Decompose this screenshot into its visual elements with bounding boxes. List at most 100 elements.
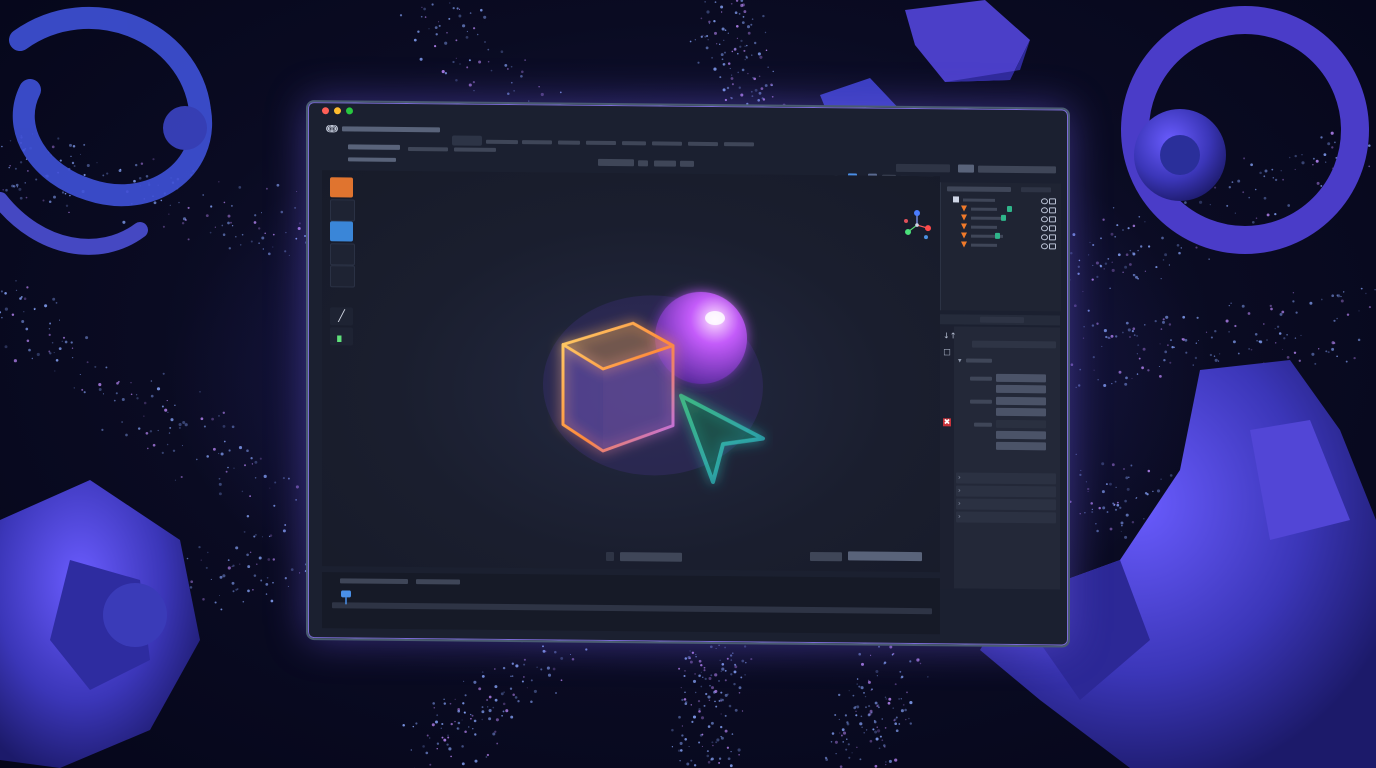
property-field[interactable]: [996, 373, 1046, 383]
zoom-button[interactable]: [346, 107, 353, 115]
cone-icon: [961, 241, 967, 248]
collapsed-section[interactable]: ›: [956, 472, 1056, 485]
object-tab-icon[interactable]: □: [943, 347, 951, 356]
modifier-icon[interactable]: [1007, 205, 1012, 212]
visibility-eye-icon[interactable]: [1041, 234, 1048, 241]
menu-item[interactable]: [408, 147, 448, 152]
floating-polyhedron-bottom-left: [0, 480, 200, 768]
toolbar-item[interactable]: [688, 141, 718, 147]
outliner-row-label: [971, 243, 997, 247]
toolbar-item[interactable]: [622, 141, 646, 146]
hero-illustration: [543, 291, 765, 485]
collapsed-section[interactable]: ›: [956, 485, 1056, 498]
header-button[interactable]: [598, 158, 634, 167]
visibility-eye-icon[interactable]: [1041, 243, 1048, 250]
toolbar-item[interactable]: [558, 140, 580, 145]
visibility-eye-icon[interactable]: [1041, 225, 1048, 232]
header-button[interactable]: [654, 160, 676, 167]
pen-tool-icon[interactable]: ╱: [330, 307, 353, 326]
property-field[interactable]: [996, 430, 1046, 440]
outliner-row-label: [971, 216, 1003, 220]
cone-icon: [961, 223, 967, 230]
property-field[interactable]: [996, 407, 1046, 417]
header-button[interactable]: [958, 164, 974, 173]
cube-shape: [561, 321, 675, 453]
outliner-row[interactable]: [947, 241, 1057, 250]
app-logo-icon: ↈ: [326, 122, 339, 136]
outliner-row[interactable]: [947, 196, 1057, 205]
outliner-row-label: [971, 225, 997, 229]
toolbar-button[interactable]: [452, 135, 482, 146]
close-button[interactable]: [322, 107, 329, 115]
collapse-arrow-icon[interactable]: ▾: [958, 356, 962, 364]
modifier-icon[interactable]: [995, 232, 1000, 239]
header-button[interactable]: [638, 160, 648, 167]
tool-slot[interactable]: [330, 199, 355, 222]
property-field[interactable]: [996, 396, 1046, 406]
tool-slot[interactable]: [330, 243, 355, 266]
properties-header: [940, 314, 1060, 326]
property-field[interactable]: [996, 419, 1046, 429]
render-camera-icon[interactable]: [1049, 243, 1056, 250]
timeline-track[interactable]: [332, 602, 932, 615]
header-button[interactable]: [680, 160, 694, 167]
property-field[interactable]: [996, 384, 1046, 394]
timeline-label: [416, 579, 460, 585]
outliner-row-label: [963, 198, 995, 202]
floating-ring-top-right: [1121, 6, 1369, 254]
toolbar-item[interactable]: [522, 140, 552, 145]
transform-tab-icon[interactable]: ↓↑: [943, 331, 956, 340]
toolbar-item[interactable]: [586, 140, 616, 146]
toolbar-item[interactable]: [724, 142, 754, 147]
collapsed-section[interactable]: ›: [956, 511, 1056, 524]
cone-icon: [961, 214, 967, 221]
properties-tab-strip: ↓↑ □ ✖: [940, 326, 956, 589]
menu-item[interactable]: [348, 157, 396, 162]
property-field[interactable]: [996, 441, 1046, 451]
menu-item[interactable]: [348, 144, 400, 150]
orientation-gizmo[interactable]: [900, 208, 934, 242]
section-title: [966, 358, 992, 363]
render-camera-icon[interactable]: [1049, 225, 1056, 232]
footer-button[interactable]: [606, 551, 614, 562]
properties-search[interactable]: [972, 340, 1056, 349]
menu-item[interactable]: [454, 147, 496, 152]
outliner-header: [1021, 187, 1051, 193]
footer-button[interactable]: [620, 552, 682, 562]
render-camera-icon[interactable]: [1049, 207, 1056, 214]
visibility-eye-icon[interactable]: [1041, 216, 1048, 223]
playhead-marker[interactable]: [340, 590, 352, 605]
header-button[interactable]: [978, 165, 1056, 174]
floating-torus-top-left: [0, 6, 213, 255]
visibility-eye-icon[interactable]: [1041, 207, 1048, 214]
toolbar-item[interactable]: [486, 139, 518, 145]
modifier-icon[interactable]: [1001, 214, 1006, 221]
timeline-panel[interactable]: [322, 572, 940, 635]
outliner-header: [947, 186, 1011, 192]
toolbar-item[interactable]: [652, 141, 682, 146]
field-label: [970, 376, 992, 381]
minimize-button[interactable]: [334, 107, 341, 115]
blue-swatch[interactable]: [330, 221, 353, 242]
render-camera-icon[interactable]: [1049, 234, 1056, 241]
tools-tab-icon[interactable]: ✖: [943, 417, 951, 427]
viewport-footer: [322, 543, 940, 573]
scene-outliner: [940, 182, 1061, 312]
orange-swatch[interactable]: [330, 177, 353, 198]
footer-button[interactable]: [810, 551, 842, 562]
collapsed-section[interactable]: ›: [956, 498, 1056, 511]
tool-slot[interactable]: [330, 265, 355, 288]
outliner-row[interactable]: [947, 214, 1057, 223]
render-camera-icon[interactable]: [1049, 198, 1056, 205]
footer-button[interactable]: [848, 551, 922, 562]
render-camera-icon[interactable]: [1049, 216, 1056, 223]
chart-tool-icon[interactable]: ▖: [330, 327, 353, 346]
field-label: [974, 422, 992, 427]
cone-icon: [961, 232, 967, 239]
outliner-row[interactable]: [947, 205, 1057, 214]
properties-panel: ▾ › › › ›: [940, 326, 1060, 590]
outliner-row[interactable]: [947, 223, 1057, 232]
header-button[interactable]: [896, 163, 950, 173]
outliner-row[interactable]: [947, 232, 1057, 241]
visibility-eye-icon[interactable]: [1041, 198, 1048, 205]
